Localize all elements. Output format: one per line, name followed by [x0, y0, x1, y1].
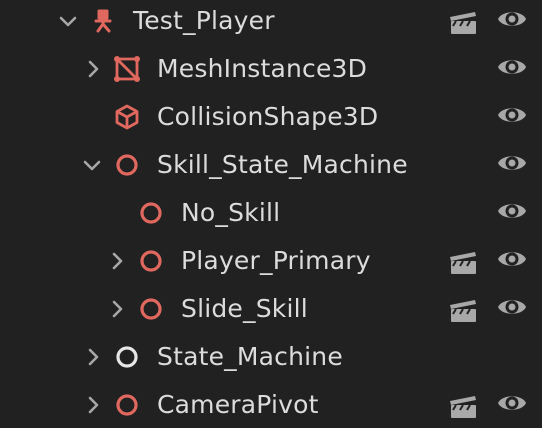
node-circle-icon — [116, 394, 138, 416]
chevron-right-icon[interactable] — [81, 393, 105, 417]
chevron-right-icon[interactable] — [105, 297, 129, 321]
scene-tree: Test_Player MeshInstance3D CollisionShap… — [0, 0, 542, 428]
animation-clapperboard-icon[interactable] — [448, 249, 478, 275]
node-label-no-skill: No_Skill — [181, 198, 281, 227]
tree-row-test-player[interactable]: Test_Player — [0, 0, 542, 45]
tree-row-no-skill[interactable]: No_Skill — [0, 189, 542, 237]
visibility-eye-icon[interactable] — [496, 5, 528, 33]
chevron-right-icon[interactable] — [81, 57, 105, 81]
chevron-down-icon[interactable] — [56, 9, 80, 33]
visibility-eye-icon[interactable] — [496, 293, 528, 321]
tree-row-slide-skill[interactable]: Slide_Skill — [0, 285, 542, 333]
node-label-camerapivot: CameraPivot — [157, 390, 319, 419]
tree-row-camerapivot[interactable]: CameraPivot — [0, 381, 542, 428]
animation-clapperboard-icon[interactable] — [448, 9, 478, 35]
node-label-collisionshape3d: CollisionShape3D — [157, 102, 379, 131]
visibility-eye-icon[interactable] — [496, 389, 528, 417]
node-label-state-machine: State_Machine — [157, 342, 343, 371]
node-circle-icon — [116, 154, 138, 176]
node-label-slide-skill: Slide_Skill — [181, 294, 308, 323]
collision-shape-icon — [115, 104, 139, 130]
chevron-right-icon[interactable] — [81, 345, 105, 369]
tree-row-collisionshape3d[interactable]: CollisionShape3D — [0, 93, 542, 141]
animation-clapperboard-icon[interactable] — [448, 393, 478, 419]
visibility-eye-icon[interactable] — [496, 245, 528, 273]
tree-row-meshinstance3d[interactable]: MeshInstance3D — [0, 45, 542, 93]
chevron-down-icon[interactable] — [80, 153, 104, 177]
visibility-eye-icon[interactable] — [496, 149, 528, 177]
node-circle-icon — [140, 250, 162, 272]
node-label-test-player: Test_Player — [133, 6, 275, 35]
node-circle-icon — [140, 298, 162, 320]
visibility-eye-icon[interactable] — [496, 197, 528, 225]
visibility-eye-icon[interactable] — [496, 101, 528, 129]
node-circle-icon — [140, 202, 162, 224]
node-label-meshinstance3d: MeshInstance3D — [157, 54, 368, 83]
tree-row-player-primary[interactable]: Player_Primary — [0, 237, 542, 285]
animation-clapperboard-icon[interactable] — [448, 297, 478, 323]
mesh-instance-icon — [114, 56, 140, 82]
node-label-player-primary: Player_Primary — [181, 246, 371, 275]
visibility-eye-icon[interactable] — [496, 53, 528, 81]
tree-row-state-machine[interactable]: State_Machine — [0, 333, 542, 381]
player-node-icon — [94, 9, 112, 33]
node-label-skill-state-machine: Skill_State_Machine — [157, 150, 408, 179]
chevron-right-icon[interactable] — [105, 249, 129, 273]
tree-row-skill-state-machine[interactable]: Skill_State_Machine — [0, 141, 542, 189]
node-circle-icon — [116, 346, 138, 368]
